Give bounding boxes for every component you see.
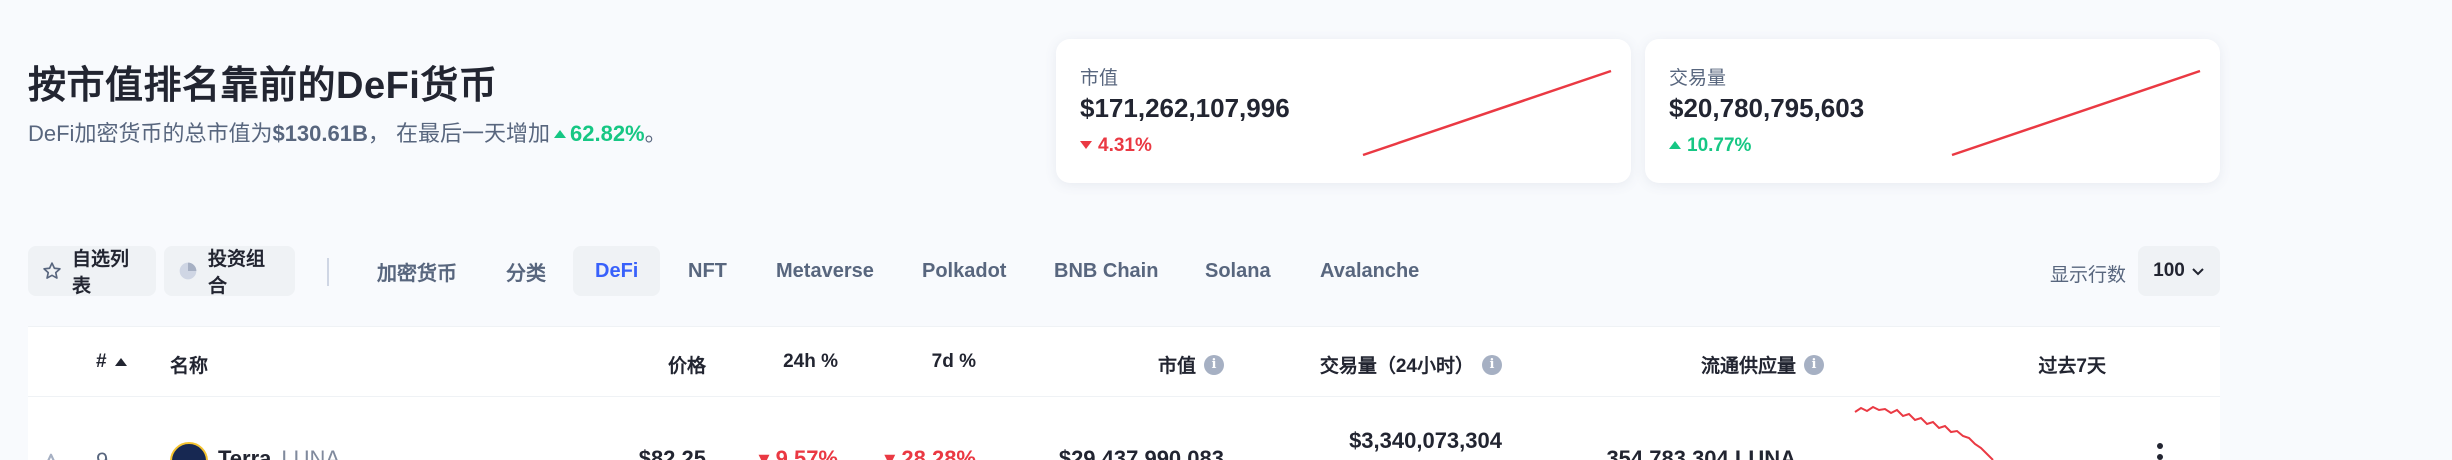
tab-nft[interactable]: NFT bbox=[666, 246, 749, 296]
volume-change-value: 10.77% bbox=[1687, 135, 1752, 156]
sort-ascending-icon bbox=[114, 358, 127, 366]
tab-solana[interactable]: Solana bbox=[1183, 246, 1293, 296]
market-cap-label: 市值 bbox=[1080, 68, 1119, 89]
tab-polkadot[interactable]: Polkadot bbox=[900, 246, 1028, 296]
market-cap-value: $171,262,107,996 bbox=[1080, 93, 1290, 123]
market-cap-card: 市值 $171,262,107,996 4.31% bbox=[1056, 39, 1631, 183]
terra-logo-icon bbox=[170, 442, 208, 460]
coin-market-cap: $29,437,990,083 bbox=[1058, 446, 1224, 460]
tab-avalanche[interactable]: Avalanche bbox=[1298, 246, 1441, 296]
defi-change-percent: 62.82% bbox=[570, 121, 645, 146]
tab-defi[interactable]: DeFi bbox=[573, 246, 661, 296]
subtitle-suffix: 。 bbox=[644, 121, 667, 146]
volume-label: 交易量 bbox=[1669, 68, 1727, 89]
portfolio-button[interactable]: 投资组合 bbox=[164, 246, 295, 297]
market-cap-change-value: 4.31% bbox=[1098, 135, 1152, 156]
filter-toolbar: 自选列表 投资组合 加密货币 分类 DeFi NFT Metaverse Pol… bbox=[28, 246, 2452, 297]
header-supply-label: 流通供应量 bbox=[1700, 356, 1796, 377]
info-icon[interactable]: i bbox=[1482, 354, 1502, 375]
table-row[interactable]: 9 Terra LUNA $82.25 ▾ 9.57% ▾ 28.28% $29,… bbox=[28, 398, 2220, 460]
star-icon bbox=[42, 261, 62, 281]
more-options-icon[interactable] bbox=[2156, 442, 2164, 460]
caret-up-icon bbox=[554, 130, 566, 138]
header-volume[interactable]: 交易量（24小时） i bbox=[1248, 351, 1502, 378]
coin-change-24h: ▾ 9.57% bbox=[758, 446, 838, 460]
header-market-cap[interactable]: 市值 i bbox=[1028, 351, 1224, 378]
watchlist-label: 自选列表 bbox=[72, 249, 130, 297]
star-icon[interactable] bbox=[38, 452, 64, 460]
page-title: 按市值排名靠前的DeFi货币 bbox=[28, 65, 498, 107]
tab-cryptocurrencies[interactable]: 加密货币 bbox=[355, 246, 479, 296]
page-subtitle: DeFi加密货币的总市值为$130.61B， 在最后一天增加 62.82%。 bbox=[28, 116, 667, 148]
market-cap-sparkline bbox=[1362, 69, 1612, 157]
subtitle-prefix: DeFi加密货币的总市值为 bbox=[28, 121, 273, 146]
subtitle-middle: ， 在最后一天增加 bbox=[367, 121, 550, 146]
info-icon[interactable]: i bbox=[1204, 354, 1224, 375]
coin-supply: 354,783,304 LUNA bbox=[1606, 446, 1796, 460]
header-7d[interactable]: 7d % bbox=[858, 351, 976, 373]
rows-per-page-select[interactable]: 100 bbox=[2138, 246, 2220, 296]
coin-symbol: LUNA bbox=[281, 446, 341, 460]
coin-name[interactable]: Terra LUNA bbox=[218, 446, 340, 460]
caret-up-icon bbox=[1669, 141, 1681, 149]
chevron-down-icon bbox=[2191, 264, 2205, 278]
tab-metaverse[interactable]: Metaverse bbox=[754, 246, 896, 296]
market-cap-change: 4.31% bbox=[1080, 135, 1152, 157]
header-market-cap-label: 市值 bbox=[1157, 356, 1196, 377]
header-supply[interactable]: 流通供应量 i bbox=[1568, 351, 1824, 378]
rows-per-page-value: 100 bbox=[2153, 260, 2185, 281]
coin-volume: $3,340,073,304 bbox=[1349, 428, 1502, 453]
header-price[interactable]: 价格 bbox=[528, 351, 706, 378]
row-rank: 9 bbox=[96, 448, 108, 460]
volume-change: 10.77% bbox=[1669, 135, 1751, 157]
coin-name-text: Terra bbox=[218, 446, 272, 460]
coin-7d-sparkline bbox=[1854, 405, 1994, 460]
watchlist-button[interactable]: 自选列表 bbox=[28, 246, 156, 297]
info-icon[interactable]: i bbox=[1804, 354, 1824, 375]
header-rank-label: # bbox=[96, 351, 107, 372]
rows-label: 显示行数 bbox=[2050, 265, 2127, 286]
header-24h[interactable]: 24h % bbox=[728, 351, 838, 373]
volume-sparkline bbox=[1951, 69, 2201, 157]
tab-categories[interactable]: 分类 bbox=[484, 246, 568, 296]
portfolio-label: 投资组合 bbox=[208, 249, 266, 297]
table-header: # 名称 价格 24h % 7d % 市值 i 交易量（24小时） i 流通供应量 i… bbox=[28, 327, 2220, 397]
defi-total-market-cap: $130.61B bbox=[272, 121, 368, 146]
pie-chart-icon bbox=[178, 261, 198, 281]
header-rank[interactable]: # bbox=[96, 351, 127, 373]
toolbar-divider bbox=[327, 258, 329, 286]
caret-down-icon bbox=[1080, 141, 1092, 149]
header-name[interactable]: 名称 bbox=[170, 351, 208, 378]
header-last-7-days: 过去7天 bbox=[2038, 356, 2106, 377]
tab-bnb-chain[interactable]: BNB Chain bbox=[1032, 246, 1180, 296]
volume-value: $20,780,795,603 bbox=[1669, 93, 1865, 123]
defi-coins-table: # 名称 价格 24h % 7d % 市值 i 交易量（24小时） i 流通供应量 i… bbox=[28, 326, 2220, 460]
coin-price: $82.25 bbox=[638, 446, 706, 460]
header-volume-label: 交易量（24小时） bbox=[1319, 356, 1474, 377]
volume-card: 交易量 $20,780,795,603 10.77% bbox=[1645, 39, 2220, 183]
coin-change-7d: ▾ 28.28% bbox=[884, 446, 976, 460]
